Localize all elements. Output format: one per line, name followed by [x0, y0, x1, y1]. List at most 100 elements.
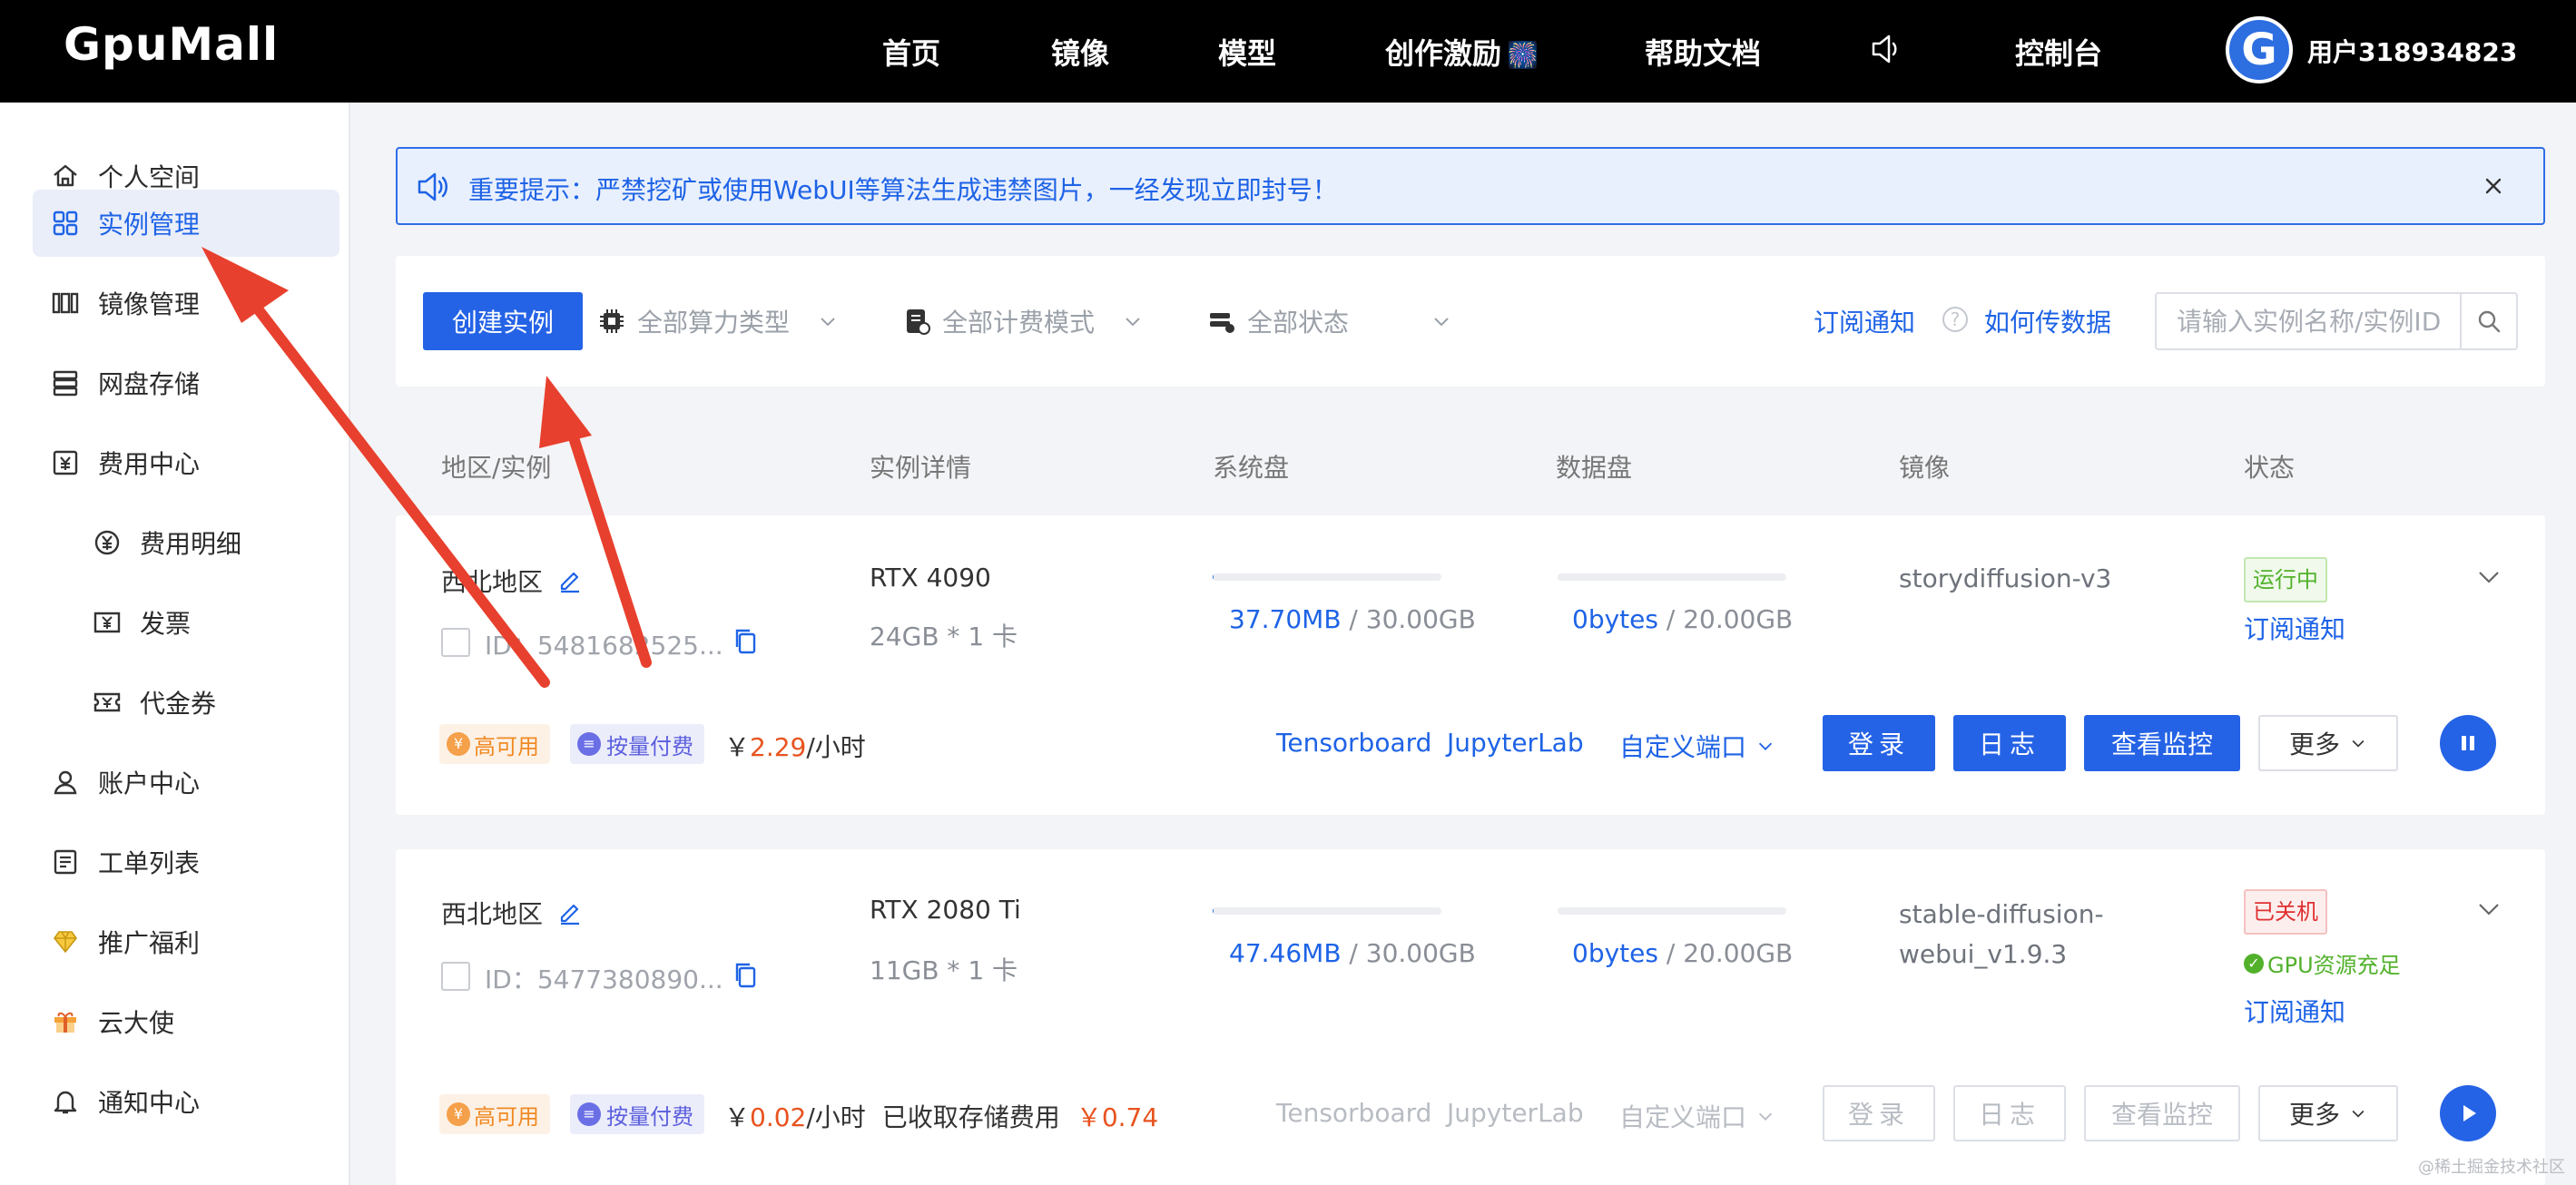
announcement-speaker-icon[interactable] — [1870, 31, 1906, 67]
ticket-list-icon — [49, 846, 82, 878]
more-dropdown[interactable]: 更多 — [2258, 1085, 2398, 1141]
gpu-model: RTX 4090 — [870, 563, 991, 592]
login-button[interactable]: 登录 — [1823, 1085, 1935, 1141]
sidebar-item-billing-center[interactable]: 费用中心 — [33, 429, 339, 496]
sidebar-item-invoice[interactable]: 发票 — [91, 589, 336, 656]
price-value: 2.29 — [750, 732, 807, 762]
chip-icon — [600, 309, 624, 333]
nav-console[interactable]: 控制台 — [2015, 31, 2102, 73]
chevron-down-icon[interactable] — [2474, 895, 2503, 927]
sidebar-item-label: 网盘存储 — [98, 369, 201, 399]
create-instance-button[interactable]: 创建实例 — [423, 292, 583, 350]
nav-models[interactable]: 模型 — [1218, 31, 1276, 73]
sidebar-item-label: 账户中心 — [98, 769, 201, 798]
system-disk-used: 47.46MB — [1229, 938, 1342, 968]
gpu-spec: 24GB * 1 卡 — [870, 622, 1018, 651]
warning-notice: 重要提示：严禁挖矿或使用WebUI等算法生成违禁图片，一经发现立即封号！ — [396, 147, 2545, 225]
log-button[interactable]: 日志 — [1953, 1085, 2066, 1141]
speaker-icon — [416, 169, 452, 209]
more-label: 更多 — [2288, 730, 2340, 759]
jupyterlab-link[interactable]: JupyterLab — [1447, 1098, 1584, 1128]
app-logo[interactable]: GpuMall — [64, 18, 279, 71]
check-circle-icon: ✓ — [2244, 953, 2264, 974]
jupyterlab-link[interactable]: JupyterLab — [1447, 728, 1584, 758]
column-header-image: 镜像 — [1899, 453, 1951, 483]
instance-checkbox[interactable] — [441, 962, 470, 991]
chevron-down-icon — [821, 318, 835, 327]
edit-icon[interactable] — [557, 568, 583, 600]
high-availability-icon: ¥ — [447, 1102, 470, 1126]
high-availability-tag: ¥ 高可用 — [439, 1094, 550, 1134]
help-icon: ? — [1942, 307, 1968, 332]
column-header-data-disk: 数据盘 — [1556, 453, 1633, 483]
sidebar-item-image-management[interactable]: 镜像管理 — [33, 269, 339, 337]
data-disk-usage-bar — [1558, 573, 1786, 581]
sidebar-item-label: 镜像管理 — [98, 289, 201, 319]
instance-checkbox[interactable] — [441, 628, 470, 657]
high-availability-label: 高可用 — [474, 733, 539, 759]
sidebar-item-ambassador[interactable]: 云大使 — [33, 988, 339, 1055]
tensorboard-link[interactable]: Tensorboard — [1276, 728, 1431, 758]
sidebar-item-coupon[interactable]: 代金券 — [91, 669, 336, 736]
nav-images[interactable]: 镜像 — [1051, 31, 1109, 73]
watermark: @稀土掘金技术社区 — [2418, 1158, 2565, 1177]
tensorboard-link[interactable]: Tensorboard — [1276, 1098, 1431, 1128]
compute-type-filter[interactable]: 全部算力类型 — [597, 303, 839, 339]
close-icon[interactable] — [2480, 172, 2507, 200]
gift-icon — [49, 1005, 82, 1038]
chevron-down-icon — [1758, 1112, 1773, 1121]
copy-icon[interactable] — [732, 960, 761, 993]
billing-mode-filter[interactable]: 全部计费模式 — [902, 303, 1144, 339]
sidebar-item-billing-details[interactable]: 费用明细 — [91, 509, 336, 576]
search-icon[interactable] — [2460, 294, 2516, 348]
more-dropdown[interactable]: 更多 — [2258, 715, 2398, 771]
start-button[interactable] — [2440, 1085, 2496, 1141]
data-transfer-help-link[interactable]: 如何传数据 — [1984, 303, 2111, 339]
nav-home[interactable]: 首页 — [882, 31, 940, 73]
custom-port-dropdown[interactable]: 自定义端口 — [1619, 1098, 1775, 1134]
chevron-down-icon — [1758, 742, 1773, 750]
copy-icon[interactable] — [732, 626, 761, 659]
subscribe-notification-link[interactable]: 订阅通知 — [1814, 303, 1915, 339]
instance-id: ID：5477380890... — [485, 965, 723, 994]
edit-icon[interactable] — [557, 900, 583, 932]
sidebar-item-notifications[interactable]: 通知中心 — [33, 1068, 339, 1135]
chevron-down-icon[interactable] — [2474, 563, 2503, 595]
view-monitor-button[interactable]: 查看监控 — [2084, 1085, 2240, 1141]
nav-docs[interactable]: 帮助文档 — [1645, 31, 1761, 73]
view-monitor-button[interactable]: 查看监控 — [2084, 715, 2240, 771]
sidebar-item-account[interactable]: 账户中心 — [33, 749, 339, 816]
compute-type-filter-label: 全部算力类型 — [637, 308, 791, 338]
pay-as-you-go-icon: ≡ — [577, 1102, 601, 1126]
pay-as-you-go-icon: ≡ — [577, 732, 601, 756]
username[interactable]: 用户318934823 — [2307, 33, 2517, 69]
home-icon — [49, 160, 82, 192]
instance-subscribe-link[interactable]: 订阅通知 — [2244, 610, 2345, 646]
system-disk-used: 37.70MB — [1229, 604, 1342, 634]
more-label: 更多 — [2288, 1100, 2340, 1130]
high-availability-icon: ¥ — [447, 732, 470, 756]
sidebar-item-tickets[interactable]: 工单列表 — [33, 828, 339, 896]
sidebar-item-storage[interactable]: 网盘存储 — [33, 349, 339, 416]
sidebar-item-instances[interactable]: 实例管理 — [33, 190, 339, 257]
avatar[interactable]: G — [2226, 16, 2293, 83]
system-disk-usage-bar — [1213, 907, 1441, 915]
data-disk-used: 0bytes — [1572, 938, 1658, 968]
instance-subscribe-link[interactable]: 订阅通知 — [2244, 993, 2345, 1029]
gpu-spec: 11GB * 1 卡 — [870, 955, 1018, 985]
status-filter[interactable]: 全部状态 — [1207, 303, 1452, 339]
price-currency: ￥ — [724, 732, 751, 762]
high-availability-tag: ¥ 高可用 — [439, 724, 550, 764]
custom-port-dropdown[interactable]: 自定义端口 — [1619, 728, 1775, 764]
login-button[interactable]: 登录 — [1823, 715, 1935, 771]
user-icon — [49, 766, 82, 798]
pause-button[interactable] — [2440, 715, 2496, 771]
instance-toolbar: 创建实例 全部算力类型 全部计费模式 全部状态 订阅通知 ? 如何传数据 — [396, 256, 2545, 387]
search-input[interactable] — [2157, 294, 2462, 348]
log-button[interactable]: 日志 — [1953, 715, 2066, 771]
sidebar-item-promotion[interactable]: 推广福利 — [33, 908, 339, 975]
nav-incentive[interactable]: 创作激励 🎆 — [1385, 31, 1539, 73]
diamond-icon — [49, 925, 82, 958]
instance-search — [2155, 292, 2518, 350]
sidebar-item-label: 云大使 — [98, 1008, 175, 1038]
